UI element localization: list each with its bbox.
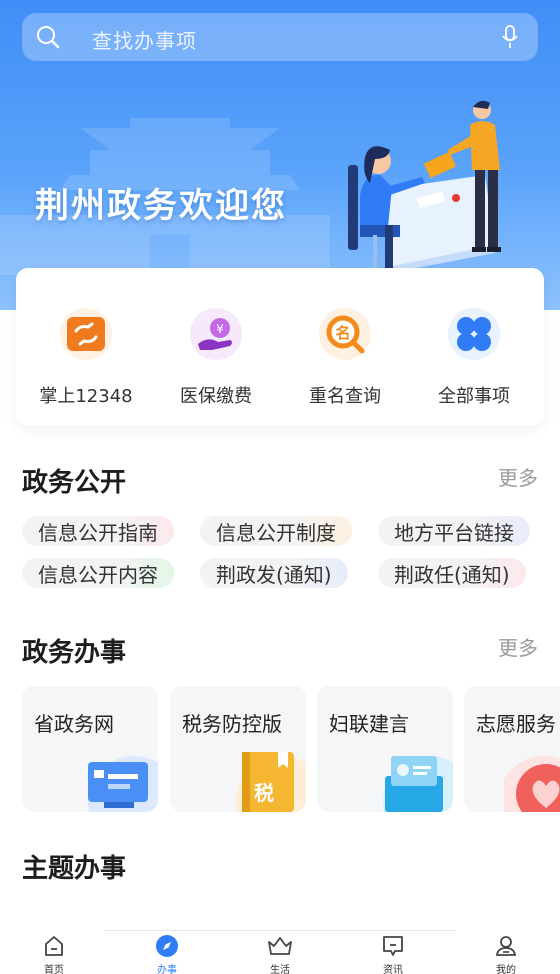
service-card-label: 税务防控版 (182, 712, 282, 736)
service-desk-illustration (348, 100, 501, 270)
quick-action-label: 重名查询 (309, 386, 381, 407)
service-card-label: 妇联建言 (329, 712, 409, 736)
tab-label: 我的 (496, 965, 516, 974)
bottom-tab-bar: 首页 办事 生活 资讯 我的 (0, 930, 560, 974)
monitor-icon (88, 756, 158, 812)
quick-action-name-query[interactable]: 名 重名查询 (280, 308, 410, 408)
search-icon (37, 26, 60, 49)
microphone-icon[interactable] (502, 25, 518, 49)
service-card-provincial-gov[interactable]: 省政务网 (22, 686, 158, 812)
name-search-icon: 名 (319, 308, 371, 360)
section-title-gov-service: 政务办事 (22, 638, 127, 668)
quick-action-12348[interactable]: 掌上12348 (21, 308, 151, 408)
tag-info-system[interactable]: 信息公开制度 (200, 516, 352, 546)
home-icon (45, 936, 63, 956)
quick-action-label: 医保缴费 (180, 386, 252, 407)
more-link-gov-service[interactable]: 更多 (498, 632, 538, 661)
svg-text:¥: ¥ (216, 322, 224, 336)
tag-info-content[interactable]: 信息公开内容 (22, 558, 174, 588)
hero-title: 荆州政务欢迎您 (35, 186, 287, 226)
service-card-womens-federation[interactable]: 妇联建言 (317, 686, 453, 812)
service-card-label: 省政务网 (34, 712, 114, 736)
tab-home[interactable]: 首页 (24, 934, 84, 974)
quick-action-medical-insurance[interactable]: ¥ 医保缴费 (151, 308, 281, 408)
tab-life[interactable]: 生活 (250, 934, 310, 974)
heart-icon (504, 756, 560, 812)
service-card-label: 志愿服务 (476, 712, 556, 736)
tab-label: 资讯 (383, 965, 403, 974)
search-bar[interactable]: 查找办事项 (22, 13, 538, 61)
tab-label: 办事 (157, 965, 177, 974)
app-screen: 查找办事项 荆州政务欢迎您 掌上12348 ¥ 医保缴费 名 重名查询 全部事项… (0, 0, 560, 974)
service-card-volunteer[interactable]: 志愿服务 (464, 686, 560, 812)
message-icon (383, 936, 403, 956)
section-title-theme-service: 主题办事 (22, 854, 127, 884)
service-card-tax-control[interactable]: 税务防控版 税 (170, 686, 306, 812)
tab-label: 首页 (44, 965, 64, 974)
hero-banner: 查找办事项 荆州政务欢迎您 (0, 0, 560, 310)
swap-card-icon (60, 308, 112, 360)
section-title-gov-open: 政务公开 (22, 468, 127, 498)
svg-text:名: 名 (335, 324, 350, 342)
basket-icon (268, 937, 292, 955)
search-input[interactable]: 查找办事项 (92, 25, 197, 54)
quick-actions-card: 掌上12348 ¥ 医保缴费 名 重名查询 全部事项 (16, 268, 544, 426)
tab-label: 生活 (270, 965, 290, 974)
tag-local-platform[interactable]: 地方平台链接 (378, 516, 530, 546)
tab-services[interactable]: 办事 (137, 934, 197, 974)
compass-icon (156, 935, 178, 957)
tax-book-icon: 税 (236, 752, 306, 812)
grid-icon (448, 308, 500, 360)
tab-bar-divider (104, 930, 456, 931)
yen-hand-icon: ¥ (190, 308, 242, 360)
tag-jingzhengren[interactable]: 荆政任(通知) (378, 558, 526, 588)
quick-action-all-items[interactable]: 全部事项 (409, 308, 539, 408)
tab-news[interactable]: 资讯 (363, 934, 423, 974)
svg-text:税: 税 (254, 781, 274, 805)
quick-action-label: 掌上12348 (39, 386, 133, 407)
tag-info-guide[interactable]: 信息公开指南 (22, 516, 174, 546)
more-link-gov-open[interactable]: 更多 (498, 462, 538, 491)
quick-action-label: 全部事项 (438, 386, 510, 407)
tab-mine[interactable]: 我的 (476, 934, 536, 974)
tag-jingzhengfa[interactable]: 荆政发(通知) (200, 558, 348, 588)
user-icon (495, 936, 517, 956)
suggestion-box-icon (383, 756, 453, 812)
